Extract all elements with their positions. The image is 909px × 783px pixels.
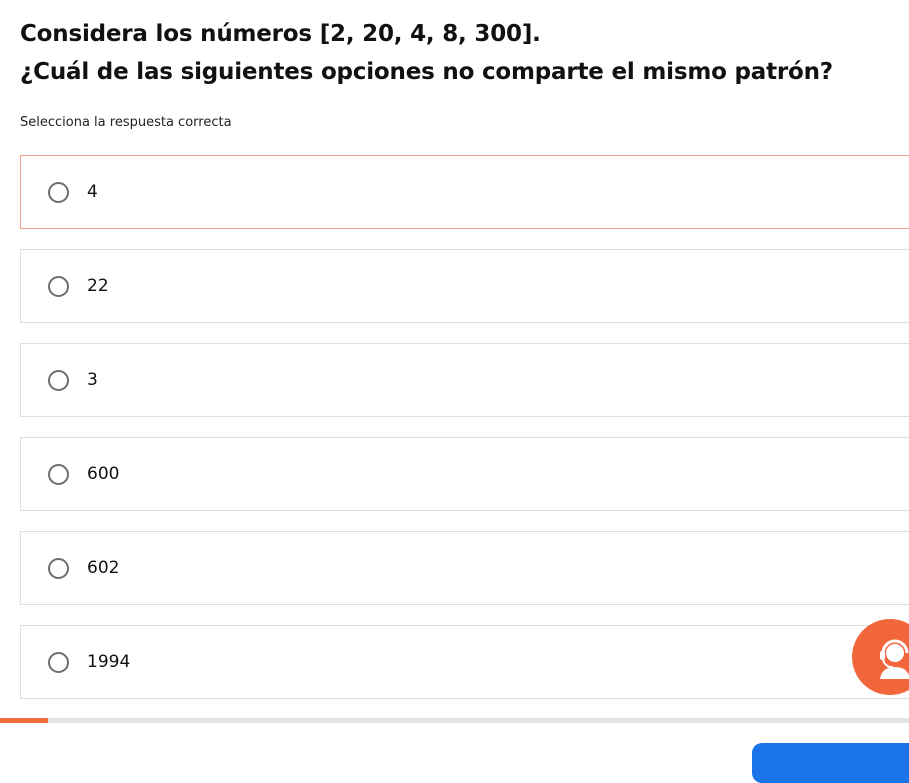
progress-bar: [0, 718, 909, 723]
radio-circle-icon[interactable]: [48, 369, 69, 391]
radio-circle-icon[interactable]: [48, 557, 69, 579]
instruction-text: Selecciona la respuesta correcta: [20, 115, 232, 130]
question-prompt: ¿Cuál de las siguientes opciones no comp…: [20, 59, 833, 85]
answer-option-label: 3: [87, 370, 98, 390]
answer-option-label: 600: [87, 464, 120, 484]
answer-option-2[interactable]: 22: [20, 249, 909, 323]
radio-circle-icon[interactable]: [48, 463, 69, 485]
radio-circle-icon[interactable]: [48, 275, 69, 297]
answer-option-6[interactable]: 1994: [20, 625, 909, 699]
radio-circle-icon[interactable]: [48, 651, 69, 673]
answer-option-label: 1994: [87, 652, 131, 672]
radio-circle-icon[interactable]: [48, 181, 69, 203]
answer-option-label: 22: [87, 276, 109, 296]
next-button[interactable]: [752, 743, 909, 783]
answer-option-1[interactable]: 4: [20, 155, 909, 229]
previous-question-label-cut: [20, 0, 110, 2]
question-title: Considera los números [2, 20, 4, 8, 300]…: [20, 21, 541, 47]
answer-option-label: 4: [87, 182, 98, 202]
support-agent-icon: [880, 639, 909, 679]
answer-option-5[interactable]: 602: [20, 531, 909, 605]
answer-options: 4 22 3 600 602 1994: [20, 155, 909, 719]
answer-option-3[interactable]: 3: [20, 343, 909, 417]
answer-option-4[interactable]: 600: [20, 437, 909, 511]
answer-option-label: 602: [87, 558, 120, 578]
progress-bar-fill: [0, 718, 49, 723]
